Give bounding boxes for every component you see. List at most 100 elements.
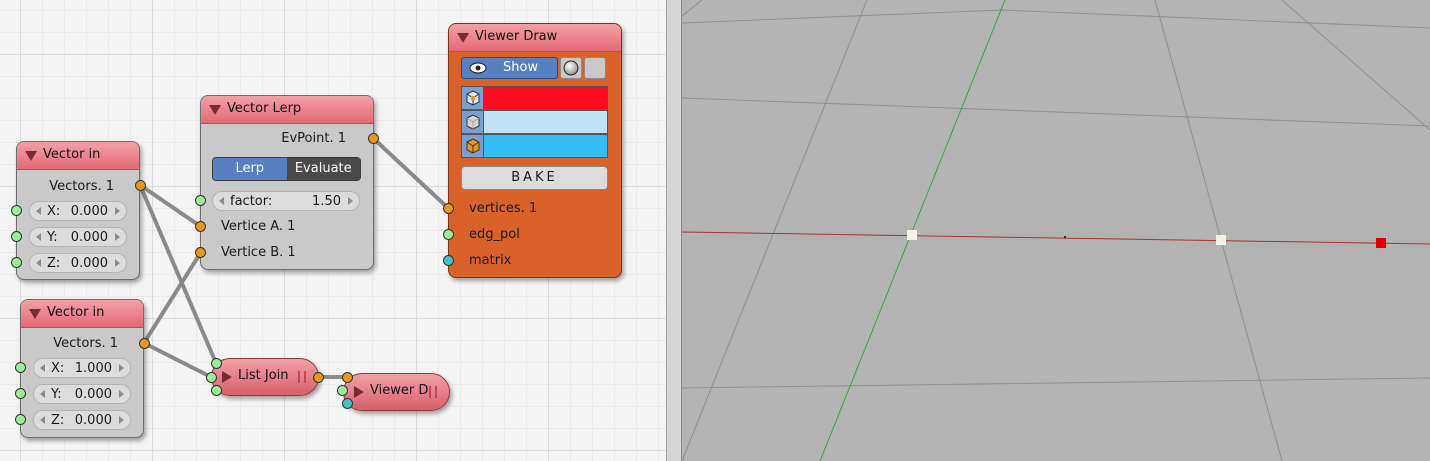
vector-in-node-1[interactable]: Vector in Vectors. 1 X: 0.000 Y: 0.000 Z…	[11, 141, 146, 280]
decrement-arrow-icon[interactable]	[40, 416, 45, 424]
grid-line	[682, 0, 703, 17]
field-value: 0.000	[74, 413, 112, 428]
vertex-marker-selected	[1376, 238, 1386, 248]
decrement-arrow-icon[interactable]	[219, 197, 224, 205]
grid-line	[682, 0, 868, 461]
vertice-a-input-socket[interactable]	[195, 221, 206, 232]
list-join-input-socket-2[interactable]	[206, 372, 217, 383]
matrix-input-socket[interactable]	[443, 255, 454, 266]
vectors-output-socket[interactable]	[139, 338, 150, 349]
decrement-arrow-icon[interactable]	[36, 207, 41, 215]
collapse-triangle-icon[interactable]	[25, 151, 37, 161]
field-label: X:	[47, 204, 61, 219]
factor-input-socket[interactable]	[195, 195, 206, 206]
increment-arrow-icon[interactable]	[115, 207, 120, 215]
vector-lerp-node[interactable]: Vector Lerp EvPoint. 1 Lerp Evaluate fac…	[195, 95, 379, 270]
edg-pol-input-socket[interactable]	[443, 229, 454, 240]
z-field[interactable]: Z: 0.000	[29, 253, 127, 273]
increment-arrow-icon[interactable]	[115, 259, 120, 267]
vertex-marker	[1216, 235, 1226, 245]
vertices-input-socket[interactable]	[443, 203, 454, 214]
area-splitter[interactable]	[666, 0, 682, 461]
x-input-socket[interactable]	[11, 205, 22, 216]
node-header[interactable]: Vector in	[17, 142, 139, 170]
matrix-input-label: matrix	[469, 253, 512, 268]
decrement-arrow-icon[interactable]	[36, 233, 41, 241]
field-value: 0.000	[70, 204, 108, 219]
wire-vec2-to-vertice-b	[142, 250, 203, 345]
increment-arrow-icon[interactable]	[115, 233, 120, 241]
node-title: Vector in	[47, 305, 105, 320]
increment-arrow-icon[interactable]	[119, 416, 124, 424]
decrement-arrow-icon[interactable]	[36, 259, 41, 267]
collapse-triangle-icon[interactable]	[209, 105, 221, 115]
x-field[interactable]: X: 1.000	[33, 358, 131, 378]
decrement-arrow-icon[interactable]	[40, 364, 45, 372]
vertex-color-swatch[interactable]	[461, 86, 608, 110]
increment-arrow-icon[interactable]	[348, 197, 353, 205]
z-input-socket[interactable]	[11, 257, 22, 268]
z-field[interactable]: Z: 0.000	[33, 410, 131, 430]
expand-triangle-icon[interactable]	[222, 371, 232, 383]
viewer-d-node[interactable]: Viewer D	[343, 373, 450, 411]
edge-color-swatch[interactable]	[461, 110, 608, 134]
wire-evpoint-to-vertices	[371, 136, 450, 210]
x-axis-line	[682, 231, 1430, 245]
mode-lerp-button[interactable]: Lerp	[213, 158, 287, 180]
shading-toggle-button[interactable]	[560, 57, 582, 79]
vector-in-node-2[interactable]: Vector in Vectors. 1 X: 1.000 Y: 0.000 Z…	[15, 299, 150, 438]
y-field[interactable]: Y: 0.000	[33, 384, 131, 404]
z-input-socket[interactable]	[15, 414, 26, 425]
increment-arrow-icon[interactable]	[119, 364, 124, 372]
node-title: List Join	[238, 368, 289, 383]
x-input-socket[interactable]	[15, 362, 26, 373]
grid-line	[1281, 0, 1430, 131]
field-label: factor:	[230, 194, 273, 209]
field-label: Z:	[51, 413, 65, 428]
grip-icon	[429, 386, 437, 398]
viewer-d-matrix-socket[interactable]	[342, 398, 353, 409]
viewer-draw-node[interactable]: Viewer Draw Show BAKE vertices. 1 edg_po…	[443, 23, 622, 278]
extra-toggle-button[interactable]	[584, 57, 606, 79]
viewer-d-edges-socket[interactable]	[337, 385, 348, 396]
node-header[interactable]: Vector Lerp	[201, 96, 373, 124]
show-label: Show	[503, 60, 539, 75]
vertices-input-label: vertices. 1	[469, 201, 538, 216]
list-join-node[interactable]: List Join	[211, 358, 319, 396]
list-join-input-socket-3[interactable]	[211, 385, 222, 396]
factor-field[interactable]: factor: 1.50	[212, 191, 360, 211]
expand-triangle-icon[interactable]	[354, 386, 364, 398]
list-join-output-socket[interactable]	[313, 372, 324, 383]
node-editor[interactable]: Vector in Vectors. 1 X: 0.000 Y: 0.000 Z…	[0, 0, 666, 461]
3d-viewport[interactable]	[682, 0, 1430, 461]
vectors-output-socket[interactable]	[135, 180, 146, 191]
show-toggle-button[interactable]: Show	[461, 57, 558, 79]
x-field[interactable]: X: 0.000	[29, 201, 127, 221]
collapse-triangle-icon[interactable]	[29, 309, 41, 319]
mode-toggle[interactable]: Lerp Evaluate	[212, 157, 361, 181]
y-input-socket[interactable]	[15, 388, 26, 399]
vertice-b-input-socket[interactable]	[195, 247, 206, 258]
face-cube-icon	[462, 135, 484, 157]
grid-line	[682, 97, 1430, 127]
field-label: Y:	[51, 387, 62, 402]
increment-arrow-icon[interactable]	[119, 390, 124, 398]
node-header[interactable]: Vector in	[21, 300, 143, 328]
face-color-swatch[interactable]	[461, 134, 608, 158]
mode-evaluate-button[interactable]: Evaluate	[286, 158, 360, 180]
evpoint-output-socket[interactable]	[368, 133, 379, 144]
list-join-input-socket-1[interactable]	[211, 358, 222, 369]
vertice-b-label: Vertice B. 1	[221, 245, 296, 260]
bake-button[interactable]: BAKE	[461, 166, 608, 190]
vertice-a-label: Vertice A. 1	[221, 219, 296, 234]
output-vectors-label: Vectors. 1	[49, 179, 114, 194]
collapse-triangle-icon[interactable]	[457, 33, 469, 43]
field-label: Z:	[47, 256, 61, 271]
node-header[interactable]: Viewer Draw	[449, 24, 621, 52]
y-field[interactable]: Y: 0.000	[29, 227, 127, 247]
edg-pol-input-label: edg_pol	[469, 227, 520, 242]
y-input-socket[interactable]	[11, 231, 22, 242]
grip-icon	[298, 371, 306, 383]
viewer-d-vertices-socket[interactable]	[342, 372, 353, 383]
decrement-arrow-icon[interactable]	[40, 390, 45, 398]
